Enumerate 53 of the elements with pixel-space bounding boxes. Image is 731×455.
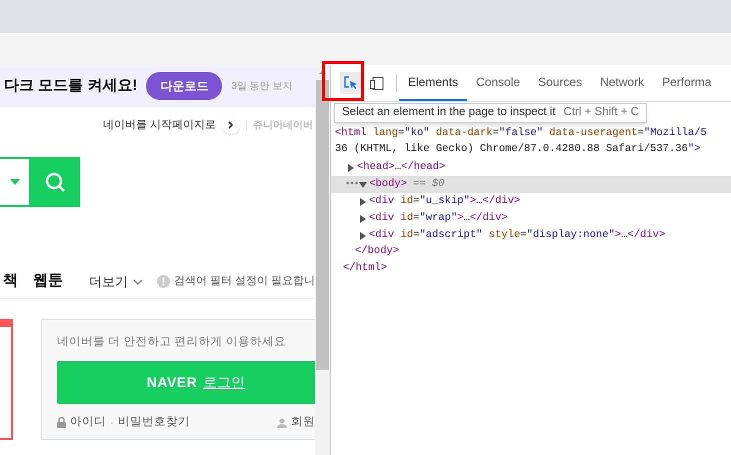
chevron-button[interactable] [222, 116, 240, 134]
selected-node-note: == $0 [413, 176, 445, 192]
inspect-element-button[interactable] [340, 72, 362, 94]
dom-node-text: 36 (KHTML, like Gecko) Chrome/87.0.4280.88 Safari/537.36"> [334, 142, 702, 157]
lock-icon [57, 417, 66, 428]
closing-tag: </html> [331, 261, 731, 278]
dom-node-row[interactable]: <html lang="ko" data-dark="false" data-useragent="Mozilla/5 [331, 125, 731, 142]
closing-tag: </body> [331, 244, 731, 261]
collapsed-triangle-icon[interactable] [359, 198, 367, 206]
person-icon [277, 418, 287, 428]
find-id-link[interactable]: 아이디 [70, 414, 106, 432]
download-button[interactable]: 다운로드 [146, 72, 222, 100]
find-password-link[interactable]: 비밀번호찾기 [118, 414, 190, 432]
dom-node-row[interactable]: <div id="adscript" style="display:none">…</div> [331, 227, 731, 244]
collapsed-triangle-icon[interactable] [347, 164, 355, 172]
search-field[interactable] [0, 157, 29, 207]
info-icon [157, 275, 170, 288]
device-toolbar-icon[interactable] [370, 76, 384, 90]
chevron-right-icon [228, 121, 234, 129]
tooltip-text: Select an element in the page to inspect it [342, 105, 556, 120]
banner-headline: 다크 모드를 켜세요! [4, 76, 138, 96]
dom-node-text: <html lang="ko" data-dark="false" data-useragent="Mozilla/5 [335, 126, 707, 141]
collapsed-triangle-icon[interactable] [359, 232, 367, 240]
signup-link[interactable]: 회원 [291, 414, 315, 432]
dom-node-text: <head>…</head> [357, 160, 446, 175]
devtools-tab[interactable]: Network [591, 65, 654, 101]
filter-notice: 검색어 필터 설정이 필요합니 [174, 274, 315, 290]
highlight-frame [322, 61, 364, 101]
devtools-tab[interactable]: Elements [399, 65, 468, 101]
devtools-tab[interactable]: Console [467, 65, 530, 101]
devtools-tab[interactable]: Sources [529, 65, 592, 101]
dom-node-row[interactable]: <div id="wrap">…</div> [331, 210, 731, 227]
more-menu[interactable]: 더보기 [89, 272, 143, 292]
expanded-triangle-icon[interactable] [359, 180, 368, 188]
shortcut-text: Ctrl + Shift + C [564, 105, 639, 120]
cursor-select-icon [344, 76, 358, 90]
dom-node-row[interactable]: ••• <body> == $0 [331, 176, 731, 193]
scrollbar[interactable] [315, 65, 330, 455]
collapsed-triangle-icon[interactable] [359, 214, 367, 222]
start-page-link[interactable]: 네이버를 시작페이지로 [102, 116, 216, 134]
dom-node-text: <body> [369, 176, 408, 192]
devtools-tab[interactable]: Performa [653, 65, 720, 101]
chevron-down-icon [133, 278, 143, 284]
dom-node-text: <div id="wrap">…</div> [369, 210, 508, 226]
dom-node-row[interactable]: <head>…</head> [331, 159, 731, 176]
login-message: 네이버를 더 안전하고 편리하게 이용하세요 [57, 335, 287, 350]
nav-link[interactable]: 책 [3, 270, 18, 293]
dom-node-text: <div id="u_skip">…</div> [369, 194, 520, 209]
dom-node-text: <div id="adscript" style="display:none">…</div> [369, 228, 666, 243]
nav-link[interactable]: 웹툰 [33, 270, 63, 293]
scroll-up-icon[interactable] [319, 70, 326, 74]
dom-node-row[interactable]: <div id="u_skip">…</div> [331, 193, 731, 210]
search-icon [44, 171, 66, 193]
